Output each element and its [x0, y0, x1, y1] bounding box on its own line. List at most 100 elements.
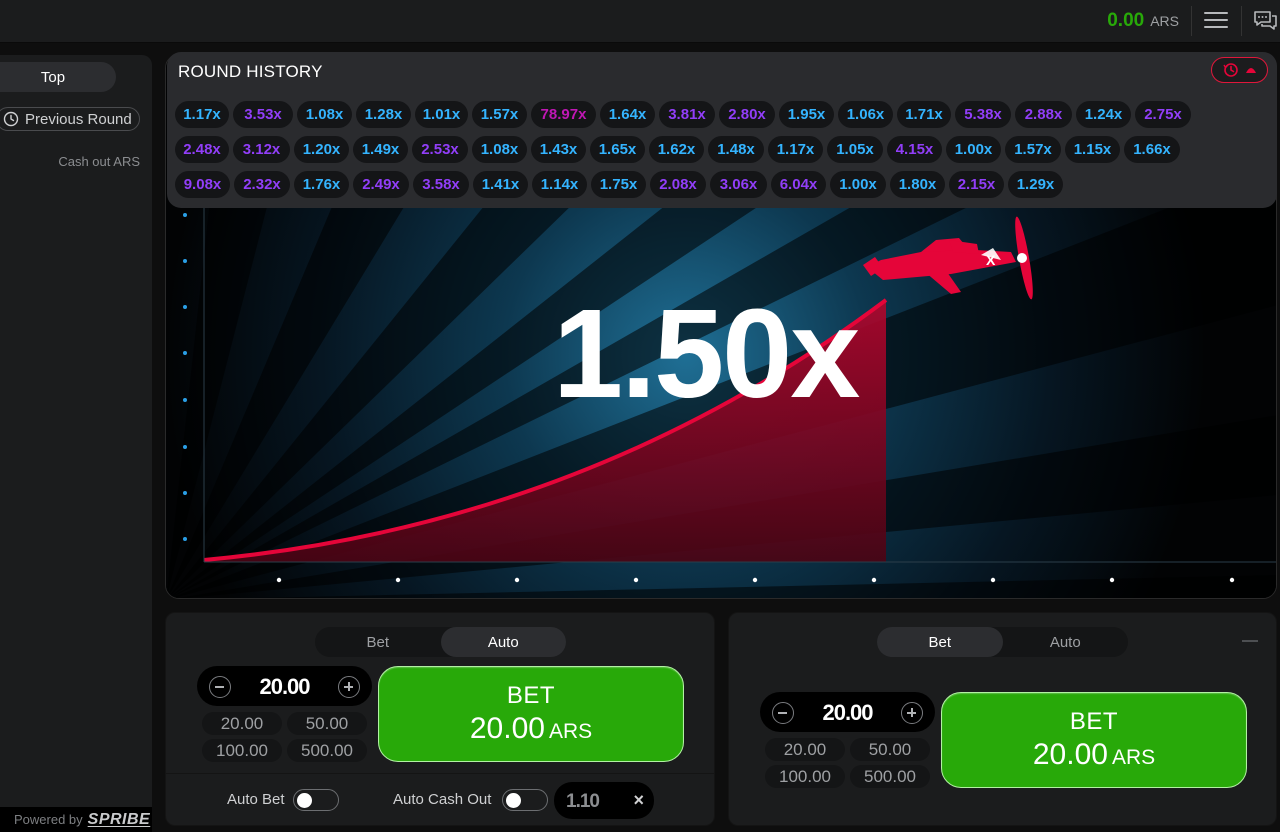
history-multiplier[interactable]: 1.01x: [415, 101, 468, 128]
quick-amount-button[interactable]: 20.00: [202, 712, 282, 735]
history-multiplier[interactable]: 1.71x: [897, 101, 951, 128]
history-multiplier[interactable]: 9.08x: [175, 171, 230, 198]
svg-text:X: X: [986, 252, 996, 268]
history-multiplier[interactable]: 5.38x: [955, 101, 1011, 128]
bet-amount-stepper: 20.00: [760, 692, 935, 732]
history-multiplier[interactable]: 2.75x: [1135, 101, 1191, 128]
hamburger-menu-icon[interactable]: [1204, 12, 1228, 30]
remove-panel-button[interactable]: [1242, 640, 1258, 642]
history-multiplier[interactable]: 1.76x: [294, 171, 349, 198]
history-icon: [3, 111, 19, 127]
history-multiplier[interactable]: 1.15x: [1065, 136, 1120, 163]
auto-cashout-value[interactable]: 1.10: [566, 791, 600, 813]
history-multiplier[interactable]: 2.49x: [353, 171, 409, 198]
round-history-title: ROUND HISTORY: [178, 62, 323, 81]
tab-auto[interactable]: Auto: [1003, 627, 1129, 657]
quick-amount-button[interactable]: 500.00: [850, 765, 930, 788]
bet-button-label: BET: [1069, 708, 1119, 735]
history-multiplier[interactable]: 1.29x: [1008, 171, 1063, 198]
history-multiplier[interactable]: 2.80x: [719, 101, 775, 128]
history-multiplier[interactable]: 2.15x: [949, 171, 1004, 198]
history-multiplier[interactable]: 1.49x: [353, 136, 408, 163]
history-multiplier[interactable]: 1.75x: [591, 171, 646, 198]
bet-button-label: BET: [506, 682, 556, 709]
spribe-logo: SPRIBE: [87, 810, 151, 828]
round-history-panel: ROUND HISTORY 1.17x 3.53x 1.08x 1.28x 1.01x 1…: [167, 52, 1277, 208]
history-multiplier[interactable]: 1.08x: [472, 136, 527, 163]
history-row: 1.17x 3.53x 1.08x 1.28x 1.01x 1.57x 78.97x 1.64…: [175, 101, 1195, 128]
bet-button[interactable]: BET 20.00 ARS: [941, 692, 1247, 788]
history-toggle-button[interactable]: [1211, 57, 1268, 83]
history-multiplier[interactable]: 1.57x: [472, 101, 527, 128]
auto-settings-row: Auto Bet Auto Cash Out 1.10 ×: [166, 773, 714, 826]
history-multiplier[interactable]: 1.06x: [838, 101, 893, 128]
history-multiplier[interactable]: 1.48x: [708, 136, 764, 163]
history-multiplier[interactable]: 3.06x: [710, 171, 767, 198]
history-multiplier[interactable]: 2.32x: [234, 171, 290, 198]
quick-amount-button[interactable]: 50.00: [850, 738, 930, 761]
bet-button[interactable]: BET 20.00 ARS: [378, 666, 684, 762]
balance-currency: ARS: [1150, 13, 1179, 29]
history-multiplier[interactable]: 1.62x: [649, 136, 704, 163]
quick-amount-button[interactable]: 20.00: [765, 738, 845, 761]
history-multiplier[interactable]: 1.64x: [600, 101, 655, 128]
previous-round-button[interactable]: Previous Round: [0, 107, 140, 131]
history-multiplier[interactable]: 78.97x: [531, 101, 596, 128]
powered-by-footer[interactable]: Powered by SPRIBE: [0, 807, 152, 832]
history-multiplier[interactable]: 1.08x: [297, 101, 352, 128]
history-multiplier[interactable]: 1.17x: [768, 136, 823, 163]
history-multiplier[interactable]: 1.66x: [1124, 136, 1180, 163]
clear-icon[interactable]: ×: [633, 790, 644, 811]
history-multiplier[interactable]: 2.53x: [412, 136, 468, 163]
auto-cashout-field[interactable]: 1.10 ×: [554, 782, 654, 819]
history-multiplier[interactable]: 3.81x: [659, 101, 715, 128]
history-multiplier[interactable]: 4.15x: [887, 136, 942, 163]
history-multiplier[interactable]: 1.17x: [175, 101, 229, 128]
top-bar: 0.00 ARS: [0, 0, 1280, 43]
auto-bet-toggle[interactable]: [293, 789, 339, 811]
quick-amount-button[interactable]: 100.00: [765, 765, 845, 788]
history-multiplier[interactable]: 1.65x: [590, 136, 645, 163]
bet-button-currency: ARS: [1111, 746, 1156, 769]
bet-amount-stepper: 20.00: [197, 666, 372, 706]
history-multiplier[interactable]: 1.41x: [473, 171, 528, 198]
quick-amount-button[interactable]: 50.00: [287, 712, 367, 735]
history-multiplier[interactable]: 1.00x: [830, 171, 886, 198]
history-multiplier[interactable]: 1.57x: [1005, 136, 1061, 163]
bets-sidebar: Top Previous Round Cash out ARS Powered …: [0, 55, 152, 832]
chat-icon[interactable]: [1252, 8, 1278, 34]
tab-bet[interactable]: Bet: [315, 627, 441, 657]
history-multiplier[interactable]: 1.05x: [827, 136, 883, 163]
history-multiplier[interactable]: 3.58x: [413, 171, 469, 198]
auto-cashout-toggle[interactable]: [502, 789, 548, 811]
balance-amount: 0.00: [1107, 10, 1145, 31]
history-multiplier[interactable]: 2.08x: [650, 171, 706, 198]
history-multiplier[interactable]: 1.14x: [532, 171, 587, 198]
increase-amount-button[interactable]: [338, 676, 360, 698]
quick-amount-button[interactable]: 500.00: [287, 739, 367, 762]
history-multiplier[interactable]: 1.24x: [1076, 101, 1131, 128]
tab-bet[interactable]: Bet: [877, 627, 1003, 657]
history-row: 2.48x 3.12x 1.20x 1.49x 2.53x 1.08x 1.43x 1.65x…: [175, 136, 1184, 163]
history-multiplier[interactable]: 1.28x: [356, 101, 411, 128]
balance: 0.00 ARS: [1107, 10, 1179, 32]
current-multiplier: 1.50x: [553, 283, 860, 424]
bet-button-amount: 20.00: [469, 712, 545, 745]
tab-auto[interactable]: Auto: [440, 627, 566, 657]
increase-amount-button[interactable]: [901, 702, 923, 724]
bet-mode-switch: Bet Auto: [315, 627, 566, 657]
history-multiplier[interactable]: 1.43x: [531, 136, 586, 163]
history-multiplier[interactable]: 3.12x: [233, 136, 290, 163]
bet-panel-1: Bet Auto 20.00 20.00 50.00 100.00 500.00…: [165, 612, 715, 826]
history-multiplier[interactable]: 6.04x: [771, 171, 826, 198]
history-multiplier[interactable]: 2.48x: [175, 136, 229, 163]
tab-top[interactable]: Top: [0, 62, 116, 92]
history-multiplier[interactable]: 1.20x: [294, 136, 349, 163]
history-multiplier[interactable]: 1.95x: [779, 101, 834, 128]
quick-amount-button[interactable]: 100.00: [202, 739, 282, 762]
header-divider: [1241, 6, 1242, 36]
history-multiplier[interactable]: 1.00x: [946, 136, 1001, 163]
history-multiplier[interactable]: 1.80x: [890, 171, 945, 198]
history-multiplier[interactable]: 3.53x: [233, 101, 293, 128]
history-multiplier[interactable]: 2.88x: [1015, 101, 1072, 128]
